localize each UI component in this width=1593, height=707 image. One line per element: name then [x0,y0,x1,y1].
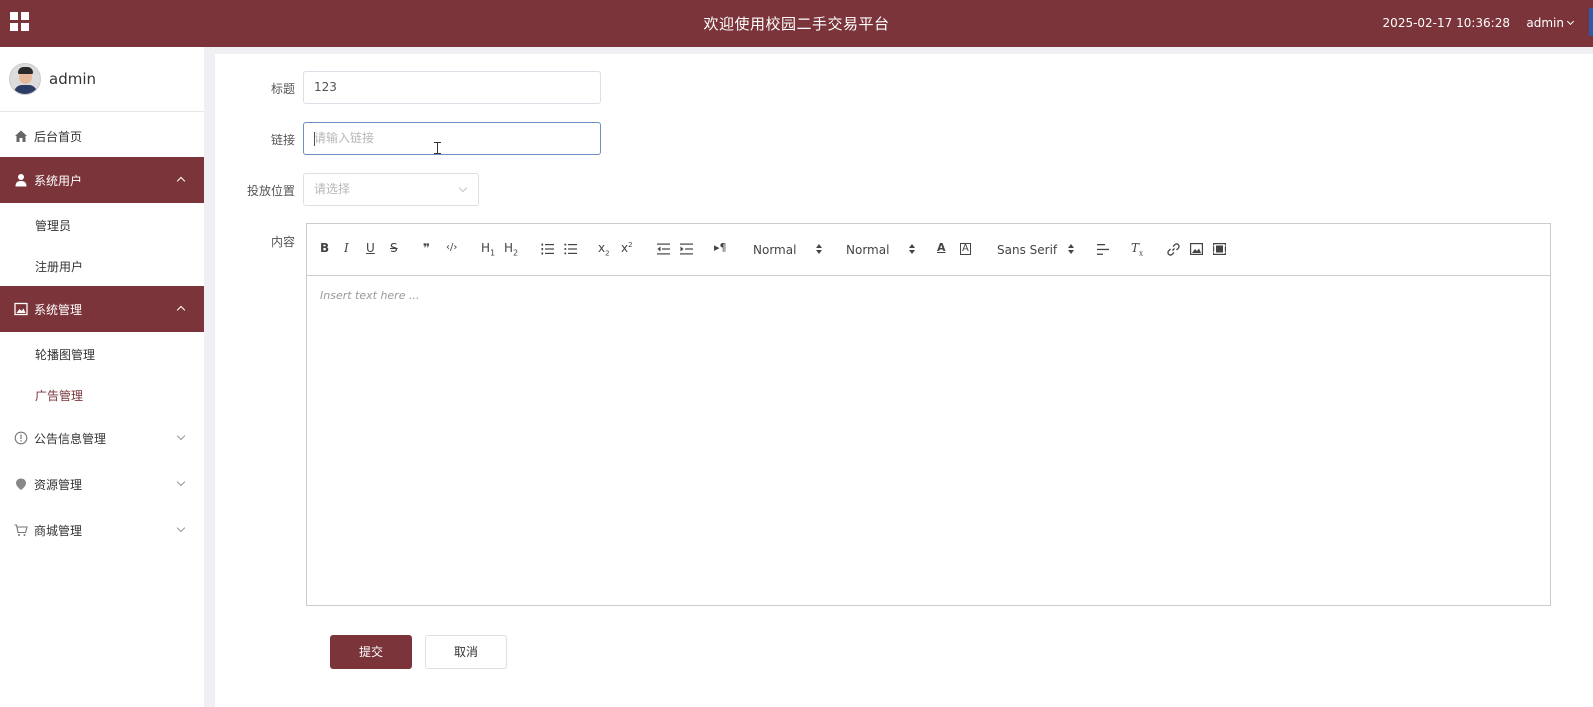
updown-arrow-icon [816,244,822,254]
ordered-list-icon[interactable] [541,243,554,255]
size-picker[interactable]: Normal [846,243,915,257]
editor-content-area[interactable]: Insert text here ... [307,277,1550,605]
size-picker-value: Normal [846,243,890,257]
sidebar-item-label: 商城管理 [34,524,83,538]
sidebar-item-mall[interactable]: 商城管理 [0,507,204,553]
blockquote-icon[interactable]: ❞ [423,241,430,255]
link-input-placeholder: 请输入链接 [314,131,375,145]
font-picker[interactable]: Sans Serif [997,243,1074,257]
content-label: 内容 [270,235,295,249]
sidebar-item-label: 公告信息管理 [34,432,107,446]
indent-icon[interactable] [680,243,693,255]
sidebar-subitem-carousel[interactable]: 轮播图管理 [0,333,204,373]
header-picker-value: Normal [753,243,797,257]
chevron-down-icon [1566,17,1575,26]
avatar [9,63,41,95]
strikethrough-icon[interactable]: S [390,241,398,255]
updown-arrow-icon [1068,244,1074,254]
chevron-down-icon [176,477,186,487]
window-edge [1589,8,1593,36]
align-icon[interactable] [1097,244,1109,255]
updown-arrow-icon [909,244,915,254]
sidebar-item-label: 系统管理 [34,303,83,317]
superscript-icon[interactable]: x2 [621,241,633,255]
sidebar: admin 后台首页 系统用户 管理员 注册用户 系统管理 轮播图管理 广告管理 [0,47,204,707]
background-color-icon[interactable]: A [960,243,971,255]
sidebar-subitem-admins[interactable]: 管理员 [0,204,204,244]
sidebar-subitem-label: 广告管理 [35,389,84,403]
info-icon [14,431,28,445]
subscript-icon[interactable]: x2 [598,241,610,257]
position-select-placeholder: 请选择 [314,182,351,196]
sidebar-item-label: 系统用户 [34,174,83,188]
sidebar-subitem-label: 轮播图管理 [35,348,96,362]
italic-icon[interactable]: I [344,241,349,255]
sidebar-subitem-label: 管理员 [35,219,72,233]
app-title: 欢迎使用校园二手交易平台 [703,15,890,33]
header2-icon[interactable]: H2 [504,241,518,257]
sidebar-item-announcements[interactable]: 公告信息管理 [0,415,204,461]
bullet-list-icon[interactable] [564,243,577,255]
sidebar-item-system-management[interactable]: 系统管理 [0,286,204,332]
clear-format-icon[interactable]: Tx [1131,241,1143,257]
position-select[interactable]: 请选择 [303,173,479,206]
image-icon [14,302,28,316]
outdent-icon[interactable] [657,243,670,255]
rich-text-editor: B I U S ❞ ‹/› H1 H2 x2 x2 ▸¶ Normal Norm… [306,223,1551,606]
chevron-down-icon [176,431,186,441]
sidebar-item-home[interactable]: 后台首页 [0,113,204,159]
sidebar-user-name: admin [49,70,96,88]
chevron-down-icon [176,523,186,533]
code-block-icon[interactable]: ‹/› [446,242,457,253]
insert-video-icon[interactable] [1213,243,1226,255]
cancel-button[interactable]: 取消 [425,635,507,669]
ad-edit-form: 标题 123 链接 请输入链接 投放位置 请选择 内容 B I U S ❞ ‹/… [215,54,1593,707]
font-picker-value: Sans Serif [997,243,1058,257]
header1-icon[interactable]: H1 [481,241,495,257]
sidebar-item-resources[interactable]: 资源管理 [0,461,204,507]
title-label: 标题 [270,82,295,96]
text-direction-icon[interactable]: ▸¶ [714,241,727,254]
chevron-up-icon [176,176,186,186]
sidebar-item-system-users[interactable]: 系统用户 [0,157,204,203]
header-picker[interactable]: Normal [753,243,822,257]
pin-icon [16,478,26,490]
title-input[interactable]: 123 [303,71,601,104]
sidebar-subitem-ads[interactable]: 广告管理 [0,374,204,414]
mouse-cursor-icon [434,142,441,154]
sidebar-item-label: 资源管理 [34,478,83,492]
link-icon[interactable] [1167,243,1180,256]
underline-icon[interactable]: U [366,241,375,255]
top-bar: 欢迎使用校园二手交易平台 2025-02-17 10:36:28 admin [0,0,1593,47]
sidebar-user: admin [0,47,204,112]
user-menu-label: admin [1526,16,1564,30]
chevron-up-icon [176,305,186,315]
user-icon [15,174,27,187]
link-label: 链接 [270,133,295,147]
title-input-value: 123 [314,80,337,94]
submit-button[interactable]: 提交 [330,635,412,669]
header-datetime: 2025-02-17 10:36:28 [1382,16,1510,30]
text-color-icon[interactable]: A [937,241,946,254]
chevron-down-icon [458,183,468,193]
sidebar-subitem-label: 注册用户 [35,260,84,274]
home-icon [15,130,27,142]
sidebar-subitem-registered-users[interactable]: 注册用户 [0,245,204,285]
text-caret [314,132,315,146]
insert-image-icon[interactable] [1190,243,1203,255]
sidebar-item-label: 后台首页 [34,130,83,144]
editor-toolbar: B I U S ❞ ‹/› H1 H2 x2 x2 ▸¶ Normal Norm… [307,224,1550,276]
editor-placeholder: Insert text here ... [320,289,420,302]
position-label: 投放位置 [246,184,295,198]
cart-icon [14,524,28,536]
link-input[interactable]: 请输入链接 [303,122,601,155]
user-menu[interactable]: admin [1526,16,1575,30]
bold-icon[interactable]: B [320,241,329,255]
